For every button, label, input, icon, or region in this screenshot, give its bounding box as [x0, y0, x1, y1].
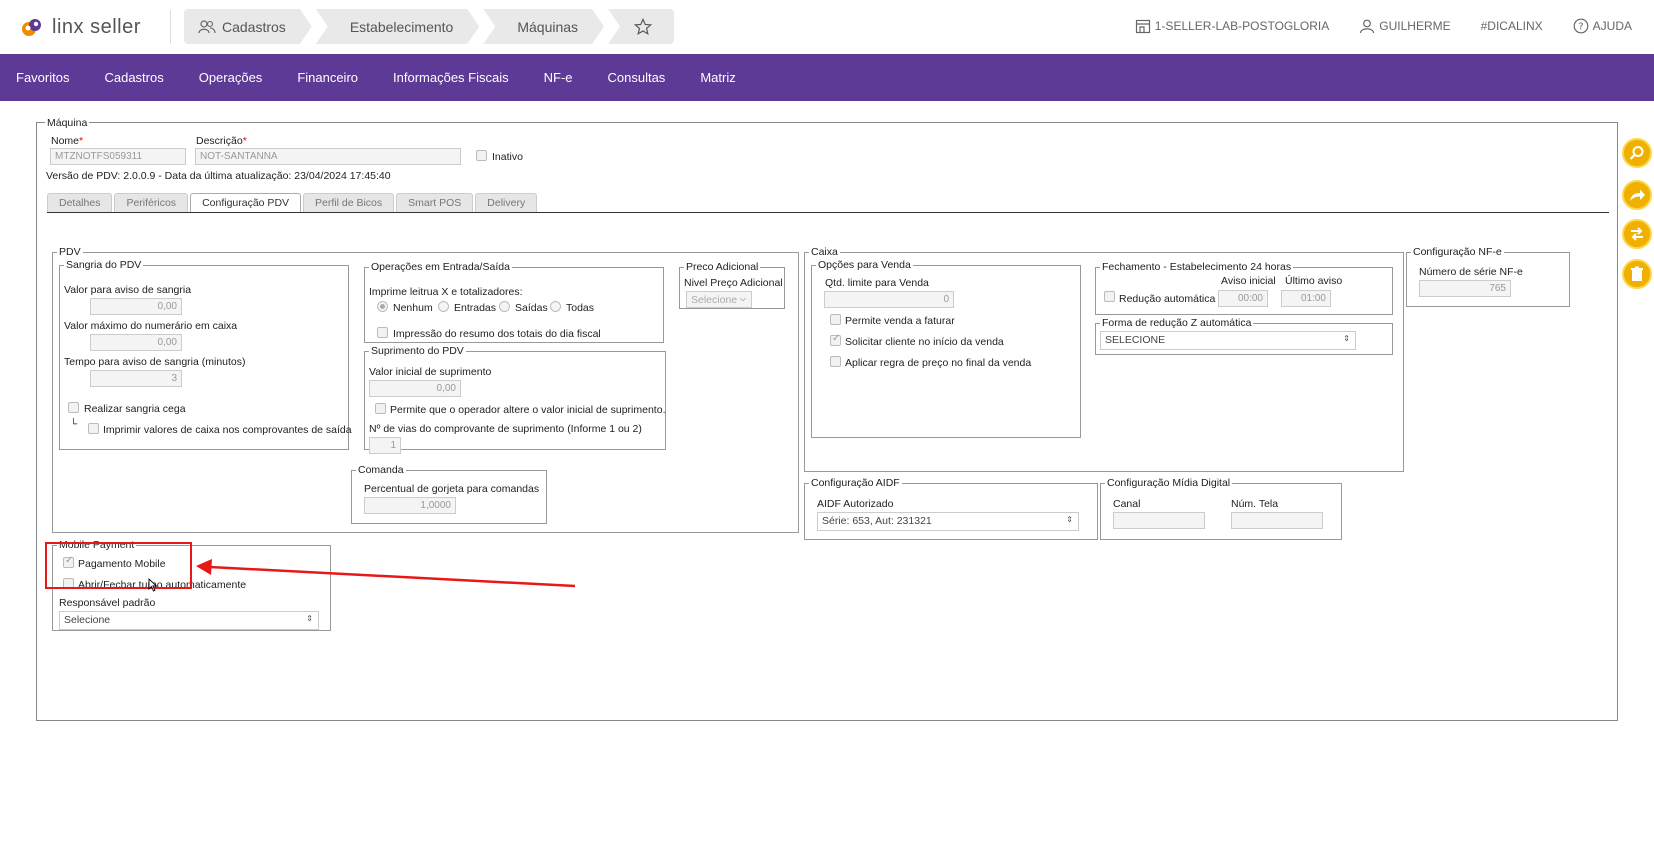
annotation-arrow-icon	[196, 559, 576, 588]
mouse-cursor-icon	[148, 578, 158, 592]
